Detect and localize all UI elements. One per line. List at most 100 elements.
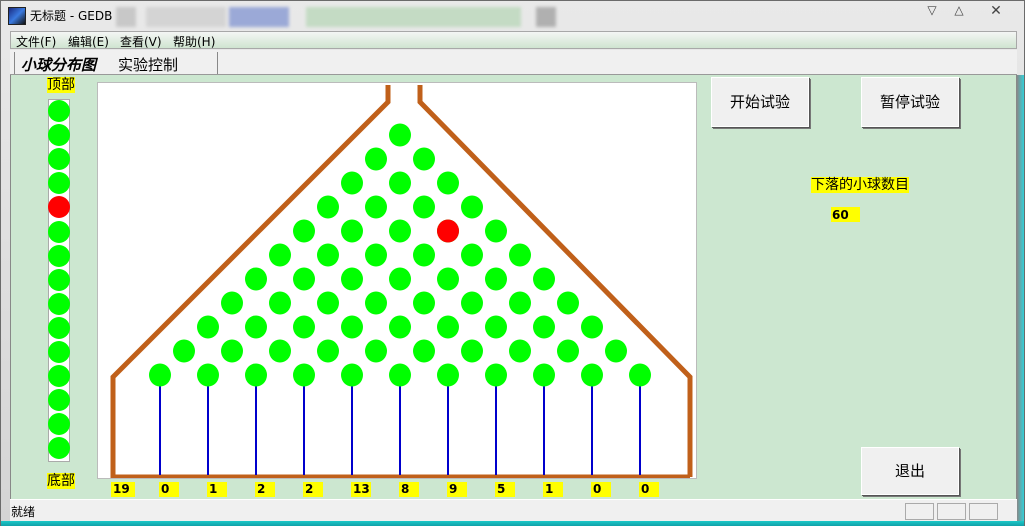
peg <box>365 147 387 171</box>
menu-view[interactable]: 查看(V) <box>120 33 162 50</box>
tab-strip: 小球分布图 实验控制 <box>14 52 218 74</box>
peg <box>437 315 459 339</box>
peg <box>317 195 339 219</box>
falling-ball <box>48 196 70 219</box>
exit-button[interactable]: 退出 <box>861 447 959 495</box>
bin-count: 13 <box>351 482 371 497</box>
peg <box>341 267 363 291</box>
peg <box>173 339 195 363</box>
peg <box>389 267 411 291</box>
peg <box>413 339 435 363</box>
peg <box>221 291 243 315</box>
bin-count: 19 <box>111 482 135 497</box>
toolbar-blurred-combo <box>306 7 521 27</box>
peg <box>221 339 243 363</box>
column-ball <box>48 148 70 171</box>
peg <box>389 363 411 387</box>
peg <box>437 267 459 291</box>
peg <box>341 315 363 339</box>
tab-experiment-control[interactable]: 实验控制 <box>118 54 178 75</box>
column-ball <box>48 437 70 460</box>
fallen-balls-label: 下落的小球数目 <box>811 177 909 193</box>
galton-board <box>97 82 697 479</box>
peg <box>581 363 603 387</box>
peg <box>293 363 315 387</box>
title-bar: 无标题 - GEDB ▽ △ ✕ <box>1 1 1024 31</box>
peg <box>293 315 315 339</box>
app-window: 无标题 - GEDB ▽ △ ✕ 文件(F) 编辑(E) 查看(V) 帮助(H)… <box>0 0 1025 526</box>
menu-file[interactable]: 文件(F) <box>16 33 56 50</box>
bin-count: 2 <box>303 482 323 497</box>
peg <box>509 243 531 267</box>
column-ball <box>48 244 70 267</box>
peg <box>413 291 435 315</box>
peg <box>245 315 267 339</box>
bin-count: 1 <box>543 482 563 497</box>
menu-bar: 文件(F) 编辑(E) 查看(V) 帮助(H) <box>10 31 1017 49</box>
peg <box>413 195 435 219</box>
main-panel: 顶部 底部 开始试验 暂停试验 下落的小球数目 60 退出 19 0 1 2 2 13 8 9… <box>10 75 1017 499</box>
column-ball <box>48 100 70 122</box>
status-pane <box>969 503 998 520</box>
peg <box>461 291 483 315</box>
peg <box>317 291 339 315</box>
ball-column <box>48 99 70 462</box>
peg <box>413 243 435 267</box>
peg <box>269 243 291 267</box>
column-ball <box>48 341 70 363</box>
column-ball <box>48 292 70 315</box>
column-ball <box>48 316 70 339</box>
peg <box>317 339 339 363</box>
close-button[interactable]: ✕ <box>983 3 1009 19</box>
column-ball <box>48 172 70 195</box>
peg <box>389 171 411 195</box>
window-frame-edge <box>1017 75 1024 525</box>
column-ball <box>48 413 70 436</box>
peg <box>389 123 411 147</box>
peg <box>389 315 411 339</box>
column-bottom-label: 底部 <box>47 473 75 489</box>
bin-count: 8 <box>399 482 419 497</box>
pause-experiment-button[interactable]: 暂停试验 <box>861 77 959 127</box>
status-pane <box>905 503 934 520</box>
peg <box>341 219 363 243</box>
peg <box>197 315 219 339</box>
peg <box>581 315 603 339</box>
peg <box>365 339 387 363</box>
falling-ball <box>437 219 459 243</box>
menu-edit[interactable]: 编辑(E) <box>68 33 109 50</box>
peg <box>389 219 411 243</box>
column-ball <box>48 220 70 243</box>
peg <box>605 339 627 363</box>
bin-count: 0 <box>639 482 659 497</box>
peg <box>269 339 291 363</box>
menu-help[interactable]: 帮助(H) <box>173 33 215 50</box>
peg <box>365 195 387 219</box>
peg <box>437 171 459 195</box>
bin-count: 5 <box>495 482 515 497</box>
column-ball <box>48 365 70 388</box>
peg <box>557 291 579 315</box>
peg <box>461 243 483 267</box>
window-frame-edge <box>1 521 1024 526</box>
peg <box>245 267 267 291</box>
tab-distribution[interactable]: 小球分布图 <box>21 54 96 75</box>
peg <box>533 363 555 387</box>
status-text: 就绪 <box>11 505 36 519</box>
toolbar-blurred-icon <box>536 7 556 27</box>
tab-bar: 小球分布图 实验控制 <box>10 50 1017 75</box>
toolbar-blurred-icon <box>229 7 289 27</box>
minimize-button[interactable]: ▽ <box>919 3 945 19</box>
maximize-button[interactable]: △ <box>946 3 972 19</box>
peg <box>485 363 507 387</box>
bin-count: 0 <box>159 482 179 497</box>
peg <box>269 291 291 315</box>
peg <box>293 267 315 291</box>
peg <box>461 195 483 219</box>
start-experiment-button[interactable]: 开始试验 <box>711 77 809 127</box>
peg <box>533 267 555 291</box>
fallen-balls-count: 60 <box>831 207 860 222</box>
bin-count: 0 <box>591 482 611 497</box>
peg <box>245 363 267 387</box>
peg <box>197 363 219 387</box>
